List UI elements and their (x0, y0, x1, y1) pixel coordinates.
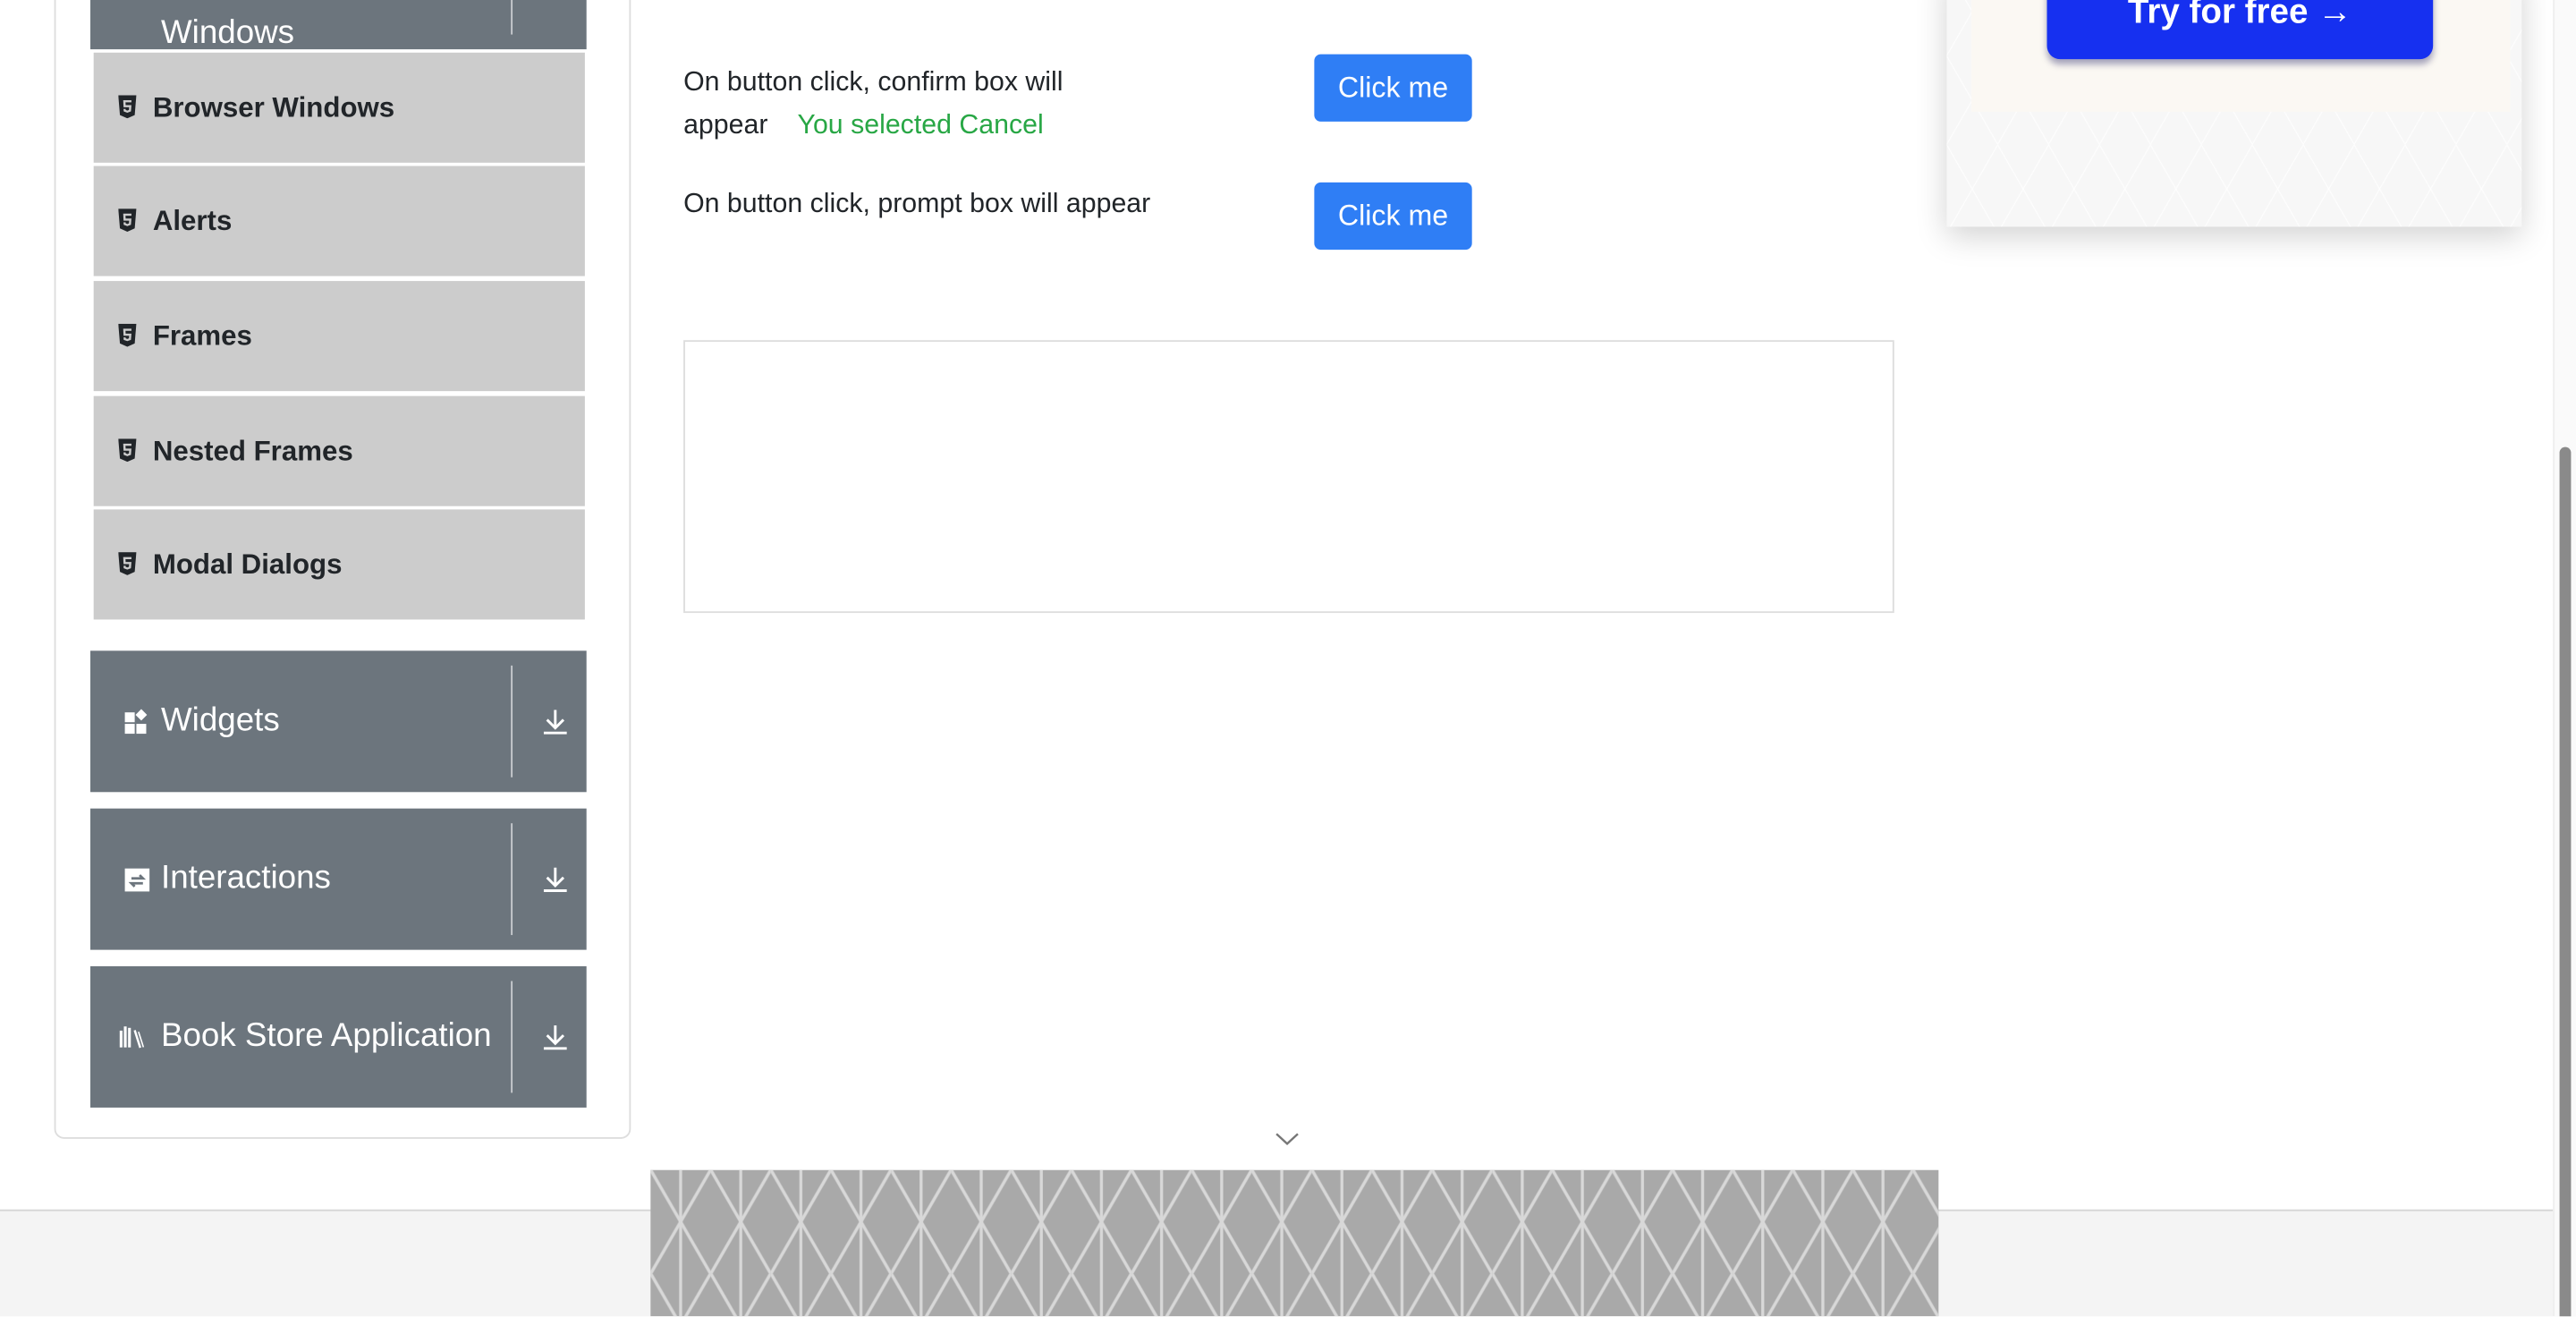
divider (511, 0, 513, 35)
sidebar-item-browser-windows[interactable]: Browser Windows (93, 52, 585, 163)
try-for-free-button[interactable]: Try for free → (2046, 0, 2434, 60)
chevron-down-icon[interactable] (1275, 1131, 1300, 1147)
sidebar-item-frames[interactable]: Frames (93, 281, 585, 392)
item-label: Frames (152, 319, 252, 352)
confirm-text-line2: appear (683, 110, 768, 140)
sidebar-item-alerts[interactable]: Alerts (93, 166, 585, 276)
item-label: Browser Windows (152, 90, 395, 123)
group-label: Interactions (160, 860, 331, 896)
prompt-button[interactable]: Click me (1314, 182, 1472, 251)
confirm-description: On button click, confirm box will appear… (683, 61, 1063, 147)
group-label: Widgets (160, 702, 280, 739)
group-label: Windows (160, 14, 295, 51)
scrollbar-thumb[interactable] (2559, 446, 2572, 1317)
confirm-text-line1: On button click, confirm box will (683, 67, 1063, 98)
html5-icon (118, 208, 137, 232)
page: Windows Browser Windows Alerts Frames Ne… (0, 0, 2576, 1317)
html5-icon (118, 438, 137, 463)
html5-icon (118, 323, 137, 347)
divider (511, 823, 513, 936)
html5-icon (118, 552, 137, 575)
html5-icon (118, 95, 137, 119)
divider (511, 981, 513, 1093)
widgets-icon (124, 709, 148, 735)
prompt-description: On button click, prompt box will appear (683, 189, 1151, 219)
download-icon[interactable] (540, 707, 570, 736)
empty-ad-frame (683, 340, 1894, 614)
sidebar-group-book-store[interactable]: Book Store Application (90, 965, 587, 1108)
divider (511, 665, 513, 777)
sidebar-group-widgets[interactable]: Widgets (90, 650, 587, 793)
sidebar-item-modal-dialogs[interactable]: Modal Dialogs (93, 509, 585, 620)
confirm-result: You selected Cancel (797, 110, 1044, 140)
item-label: Modal Dialogs (152, 548, 343, 580)
sidebar-group-windows[interactable]: Windows (90, 0, 587, 51)
item-label: Nested Frames (152, 434, 353, 466)
sidebar-item-nested-frames[interactable]: Nested Frames (93, 395, 585, 506)
group-label: Book Store Application (160, 1017, 492, 1055)
download-icon[interactable] (540, 864, 570, 894)
footer-banner (650, 1169, 1939, 1317)
download-icon[interactable] (540, 1022, 570, 1051)
books-icon (119, 1026, 145, 1049)
confirm-button[interactable]: Click me (1314, 54, 1472, 122)
interactions-icon (124, 868, 150, 892)
sidebar-group-interactions[interactable]: Interactions (90, 808, 587, 950)
item-label: Alerts (152, 204, 233, 236)
